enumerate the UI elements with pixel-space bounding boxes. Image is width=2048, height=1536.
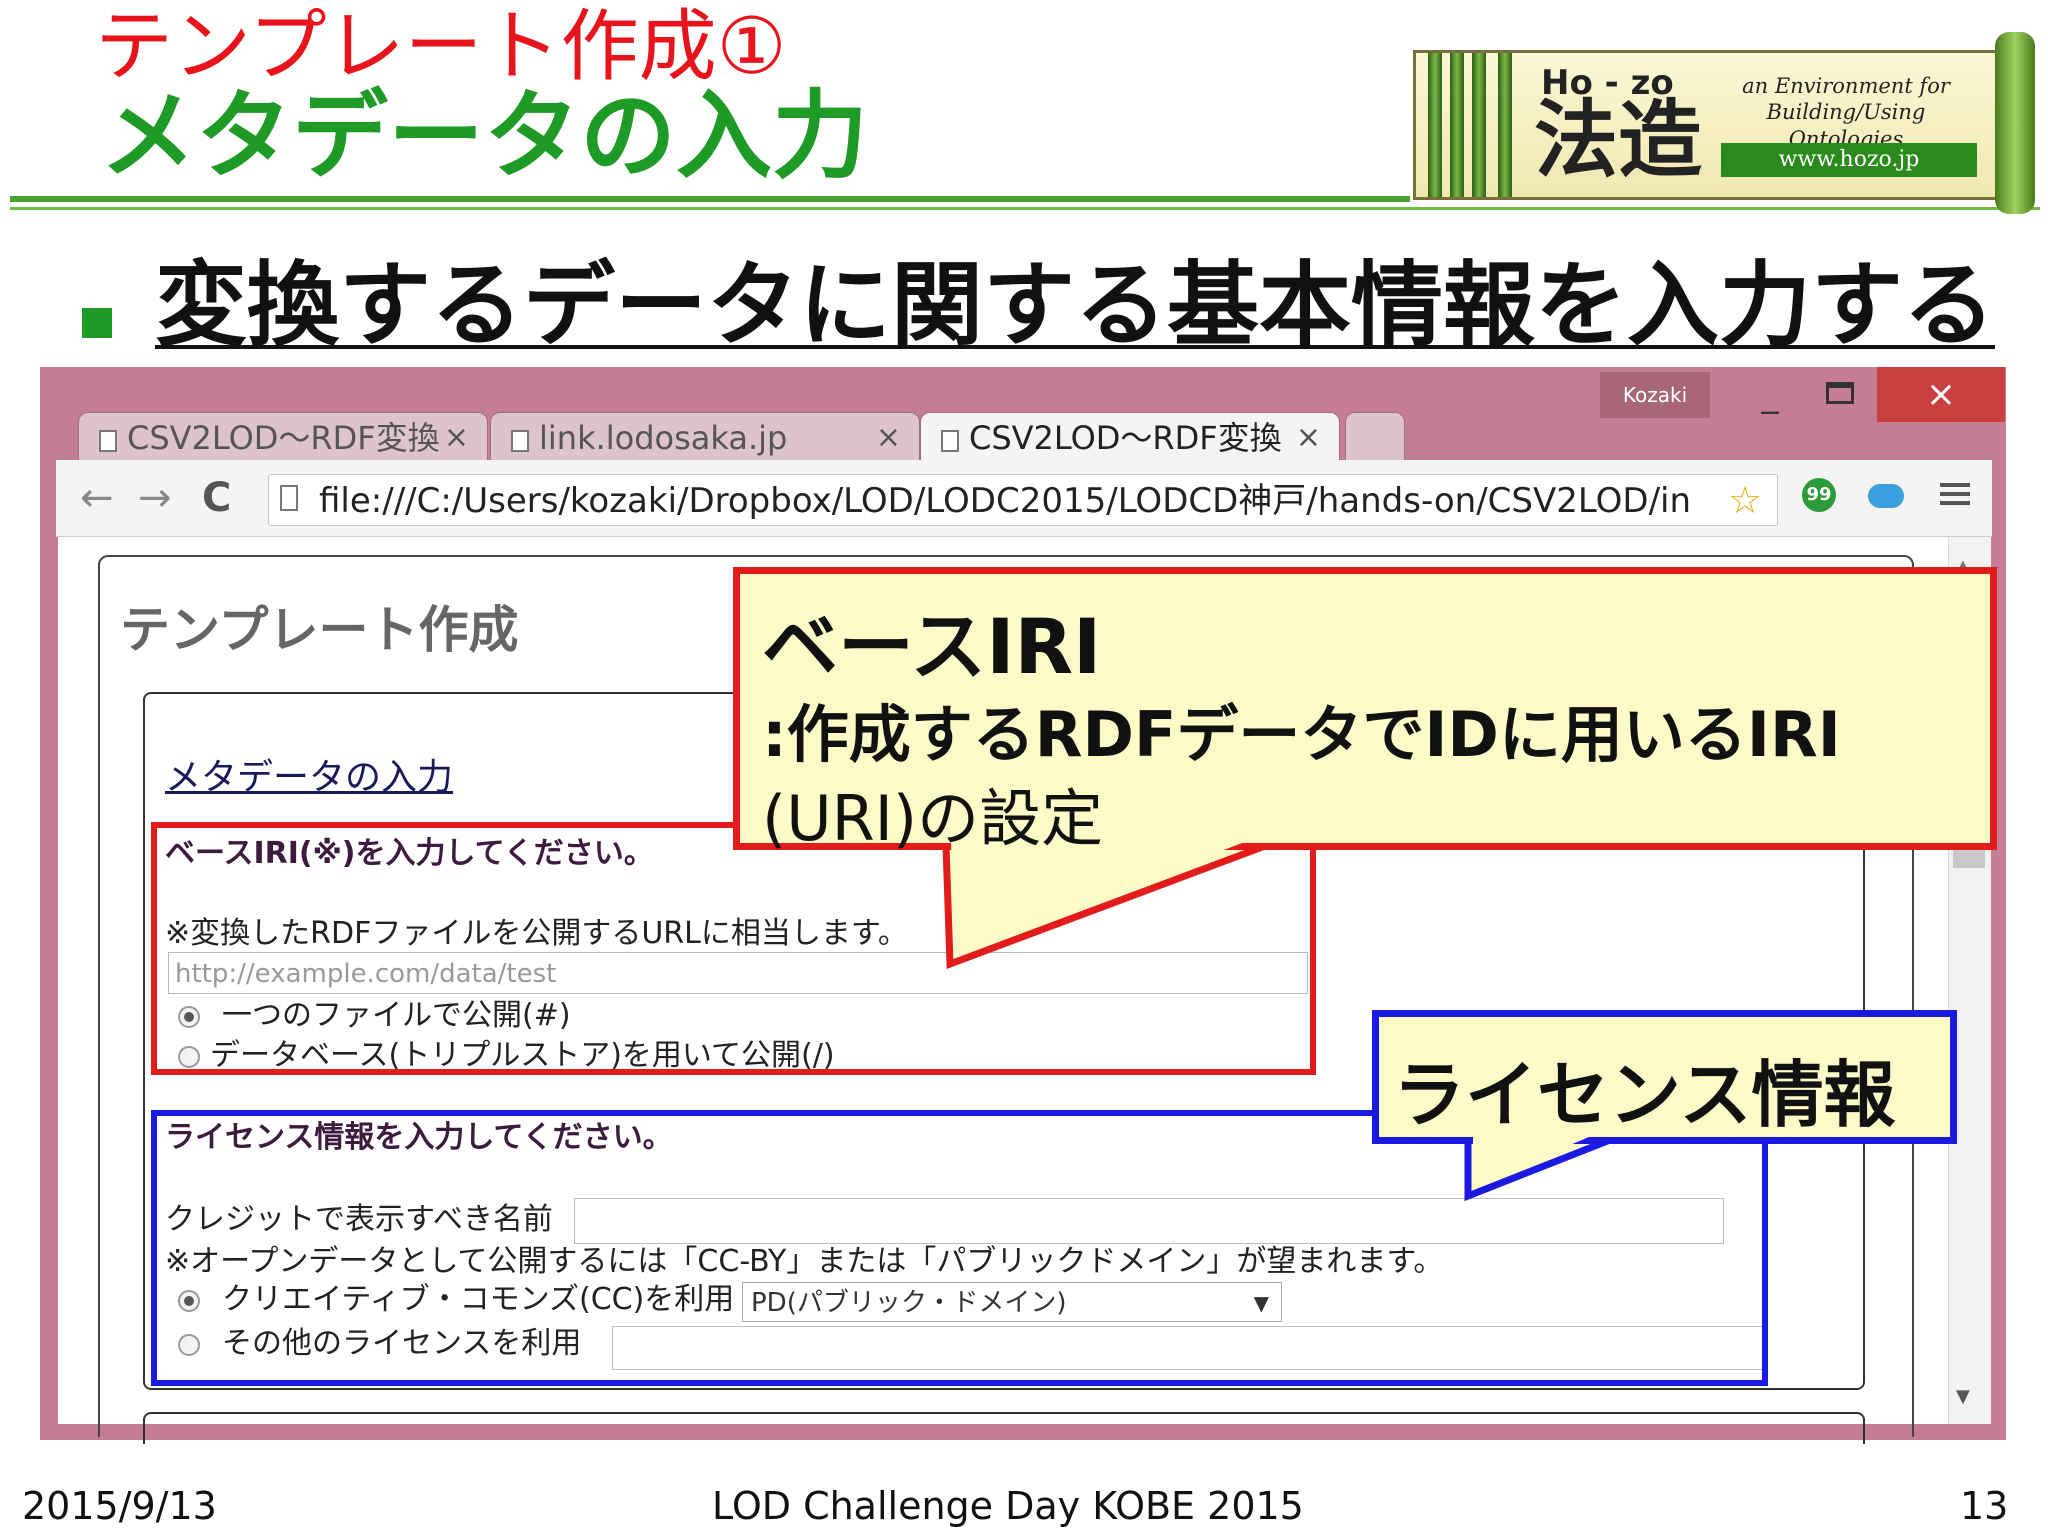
license-callout-title: ライセンス情報 bbox=[1393, 1053, 1896, 1137]
page-number: 13 bbox=[1960, 1484, 2009, 1528]
base-iri-callout-title: ベースIRI bbox=[762, 602, 1102, 691]
base-iri-callout-line1: :作成するRDFデータでIDに用いるIRI bbox=[762, 698, 1841, 771]
footer-date: 2015/9/13 bbox=[22, 1484, 217, 1528]
footer-event: LOD Challenge Day KOBE 2015 bbox=[712, 1484, 1304, 1528]
base-iri-callout-line2: (URI)の設定 bbox=[762, 782, 1104, 855]
blue-callout-tail-fill bbox=[1473, 1134, 1596, 1186]
